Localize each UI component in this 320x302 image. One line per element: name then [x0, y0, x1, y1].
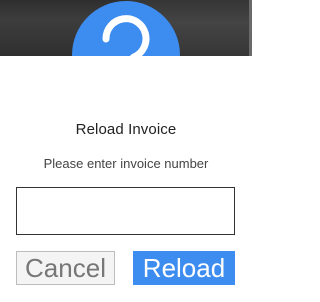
dialog-title: Reload Invoice [75, 121, 177, 138]
cancel-button[interactable]: Cancel [16, 251, 115, 285]
reload-invoice-dialog: Reload Invoice Please enter invoice numb… [0, 56, 252, 302]
background-scrollbar-edge [249, 0, 252, 56]
reload-button[interactable]: Reload [133, 251, 235, 285]
dialog-message: Please enter invoice number [43, 156, 209, 171]
invoice-number-input[interactable] [16, 187, 235, 235]
